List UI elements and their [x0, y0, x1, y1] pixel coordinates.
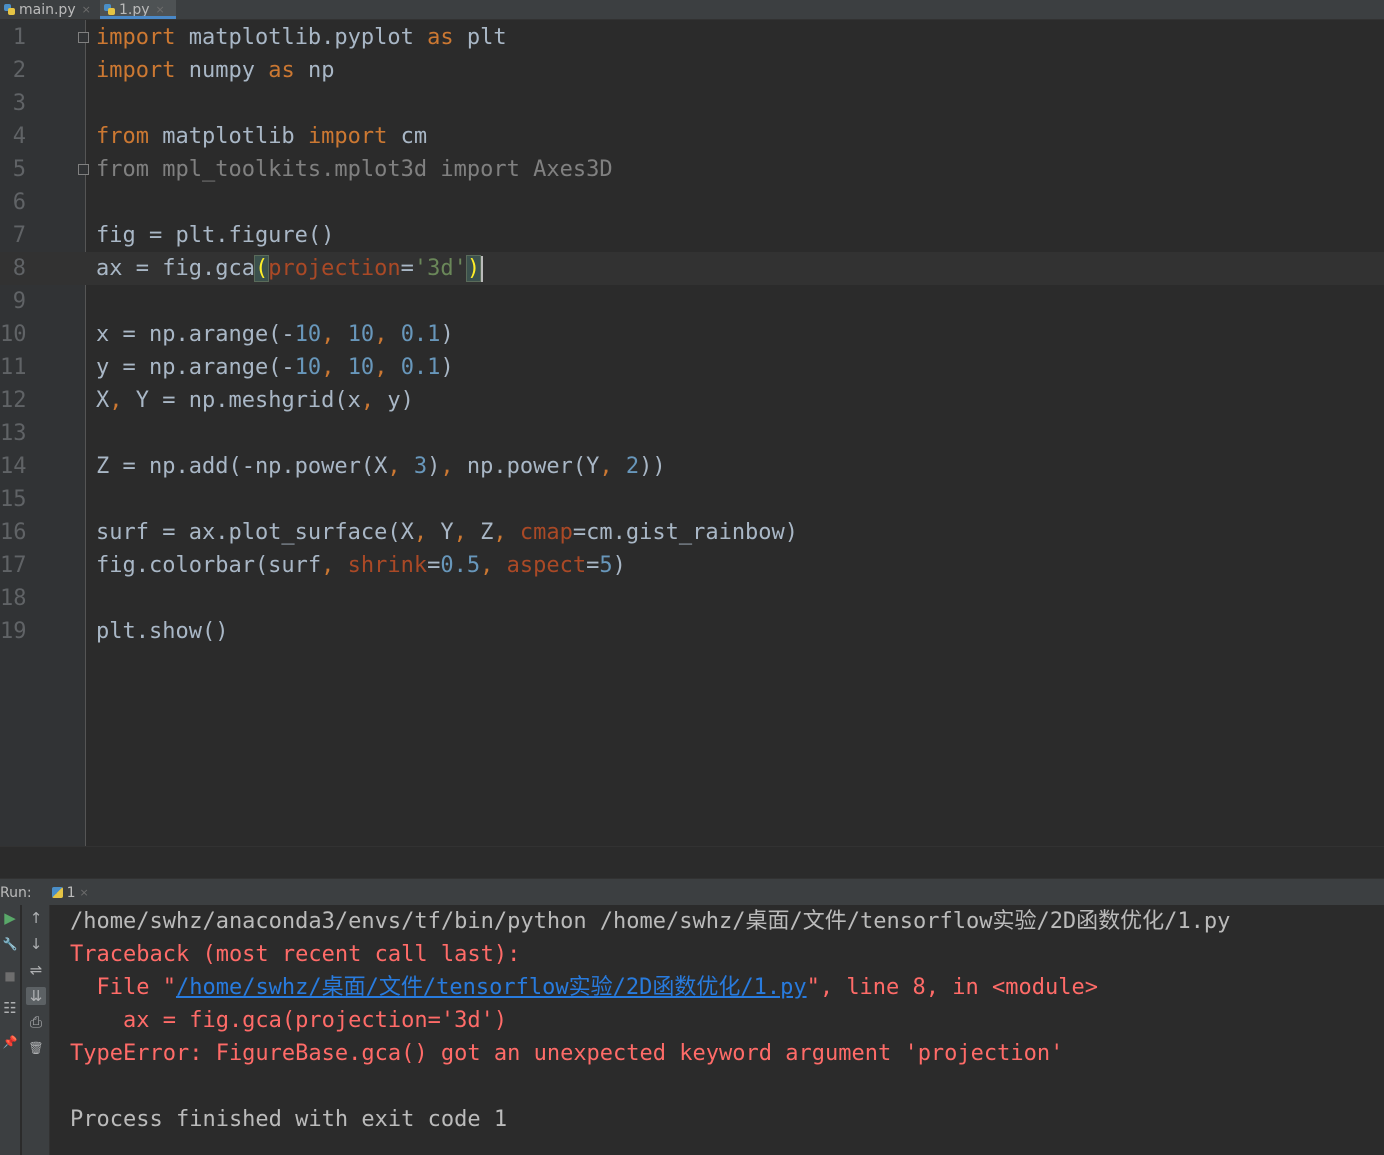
- panel-splitter[interactable]: [0, 846, 1384, 879]
- console-code-line: ax = fig.gca(projection='3d'): [70, 1008, 508, 1033]
- code-line[interactable]: 5 from mpl_toolkits.mplot3d import Axes3…: [0, 153, 1384, 186]
- line-number: 15: [0, 487, 27, 512]
- code-line[interactable]: 13: [0, 417, 1384, 450]
- line-number: 9: [12, 289, 26, 314]
- run-toolbar-left: ▶ 🔧 ■ ☷ 📌: [0, 905, 20, 1155]
- code-line[interactable]: 4 from matplotlib import cm: [0, 120, 1384, 153]
- code-line[interactable]: 1 import matplotlib.pyplot as plt: [0, 21, 1384, 54]
- line-number: 14: [0, 454, 27, 479]
- code-line[interactable]: 19 plt.show(): [0, 615, 1384, 648]
- code-line[interactable]: 18: [0, 582, 1384, 615]
- tab-main-py[interactable]: main.py ×: [0, 0, 96, 19]
- python-run-icon: [51, 887, 63, 898]
- code-line[interactable]: 10 x = np.arange(-10, 10, 0.1): [0, 318, 1384, 351]
- line-number: 5: [12, 157, 26, 182]
- stop-icon[interactable]: ■: [0, 967, 20, 985]
- close-icon[interactable]: ×: [79, 886, 88, 899]
- code-line[interactable]: 11 y = np.arange(-10, 10, 0.1): [0, 351, 1384, 384]
- run-tool-window-header: Run: 1 ×: [0, 878, 1384, 906]
- python-file-icon: [104, 4, 115, 15]
- code-line[interactable]: 17 fig.colorbar(surf, shrink=0.5, aspect…: [0, 549, 1384, 582]
- run-label: Run:: [0, 884, 32, 901]
- run-console-panel: ▶ 🔧 ■ ☷ 📌 ↑ ↓ ⇌ ⇊ ⎙ 🗑 /home/swhz/anacond…: [0, 905, 1384, 1155]
- rerun-icon[interactable]: ▶: [0, 909, 20, 927]
- console-file-line: File "/home/swhz/桌面/文件/tensorflow实验/2D函数…: [70, 975, 1098, 1000]
- run-tab-label: 1: [66, 884, 76, 901]
- run-toolbar-right: ↑ ↓ ⇌ ⇊ ⎙ 🗑: [22, 905, 50, 1155]
- soft-wrap-icon[interactable]: ⇌: [26, 961, 46, 979]
- line-number: 7: [12, 223, 26, 248]
- tab-label: main.py: [19, 1, 76, 18]
- console-command-line: /home/swhz/anaconda3/envs/tf/bin/python …: [70, 909, 1231, 934]
- tab-label: 1.py: [119, 1, 150, 18]
- matched-brace: ): [465, 255, 482, 282]
- line-number: 1: [12, 25, 26, 50]
- line-number: 12: [0, 388, 27, 413]
- console-exit-status: Process finished with exit code 1: [70, 1107, 508, 1132]
- code-line[interactable]: 15: [0, 483, 1384, 516]
- code-line[interactable]: 9: [0, 285, 1384, 318]
- layout-icon[interactable]: ☷: [0, 999, 20, 1017]
- code-editor[interactable]: 1 import matplotlib.pyplot as plt 2 impo…: [0, 20, 1384, 846]
- up-arrow-icon[interactable]: ↑: [26, 909, 46, 927]
- current-code-line[interactable]: 8 ax = fig.gca(projection='3d'): [0, 252, 1384, 285]
- line-number: 13: [0, 421, 27, 446]
- code-line[interactable]: 12 X, Y = np.meshgrid(x, y): [0, 384, 1384, 417]
- traceback-file-link[interactable]: /home/swhz/桌面/文件/tensorflow实验/2D函数优化/1.p…: [176, 975, 807, 1000]
- code-line[interactable]: 2 import numpy as np: [0, 54, 1384, 87]
- close-icon[interactable]: ×: [156, 3, 165, 16]
- code-line[interactable]: 16 surf = ax.plot_surface(X, Y, Z, cmap=…: [0, 516, 1384, 549]
- python-file-icon: [4, 4, 15, 15]
- close-icon[interactable]: ×: [82, 3, 91, 16]
- line-number: 6: [12, 190, 26, 215]
- line-number: 3: [12, 91, 26, 116]
- trash-icon[interactable]: 🗑: [26, 1039, 46, 1057]
- scroll-to-end-icon[interactable]: ⇊: [26, 987, 46, 1005]
- line-number: 16: [0, 520, 27, 545]
- console-error-message: TypeError: FigureBase.gca() got an unexp…: [70, 1041, 1064, 1066]
- wrench-icon[interactable]: 🔧: [0, 935, 20, 953]
- tab-1-py[interactable]: 1.py ×: [100, 0, 176, 19]
- line-number: 19: [0, 619, 27, 644]
- line-number: 11: [0, 355, 27, 380]
- console-traceback-header: Traceback (most recent call last):: [70, 942, 521, 967]
- code-line[interactable]: 6: [0, 186, 1384, 219]
- line-number: 4: [12, 124, 26, 149]
- line-number: 10: [0, 322, 27, 347]
- pin-icon[interactable]: 📌: [0, 1033, 20, 1051]
- line-number: 18: [0, 586, 27, 611]
- line-number: 2: [12, 58, 26, 83]
- editor-tab-bar: main.py × 1.py ×: [0, 0, 1384, 20]
- line-number: 17: [0, 553, 27, 578]
- unused-import-text: from mpl_toolkits.mplot3d import Axes3D: [96, 157, 613, 182]
- down-arrow-icon[interactable]: ↓: [26, 935, 46, 953]
- fold-marker-icon[interactable]: [78, 164, 89, 175]
- line-number: 8: [12, 256, 26, 281]
- text-caret: [481, 256, 484, 282]
- matched-brace: (: [253, 255, 270, 282]
- code-line[interactable]: 14 Z = np.add(-np.power(X, 3), np.power(…: [0, 450, 1384, 483]
- run-tab-1[interactable]: 1 ×: [51, 884, 89, 901]
- fold-marker-icon[interactable]: [78, 32, 89, 43]
- print-icon[interactable]: ⎙: [26, 1013, 46, 1031]
- code-line[interactable]: 7 fig = plt.figure(): [0, 219, 1384, 252]
- code-line[interactable]: 3: [0, 87, 1384, 120]
